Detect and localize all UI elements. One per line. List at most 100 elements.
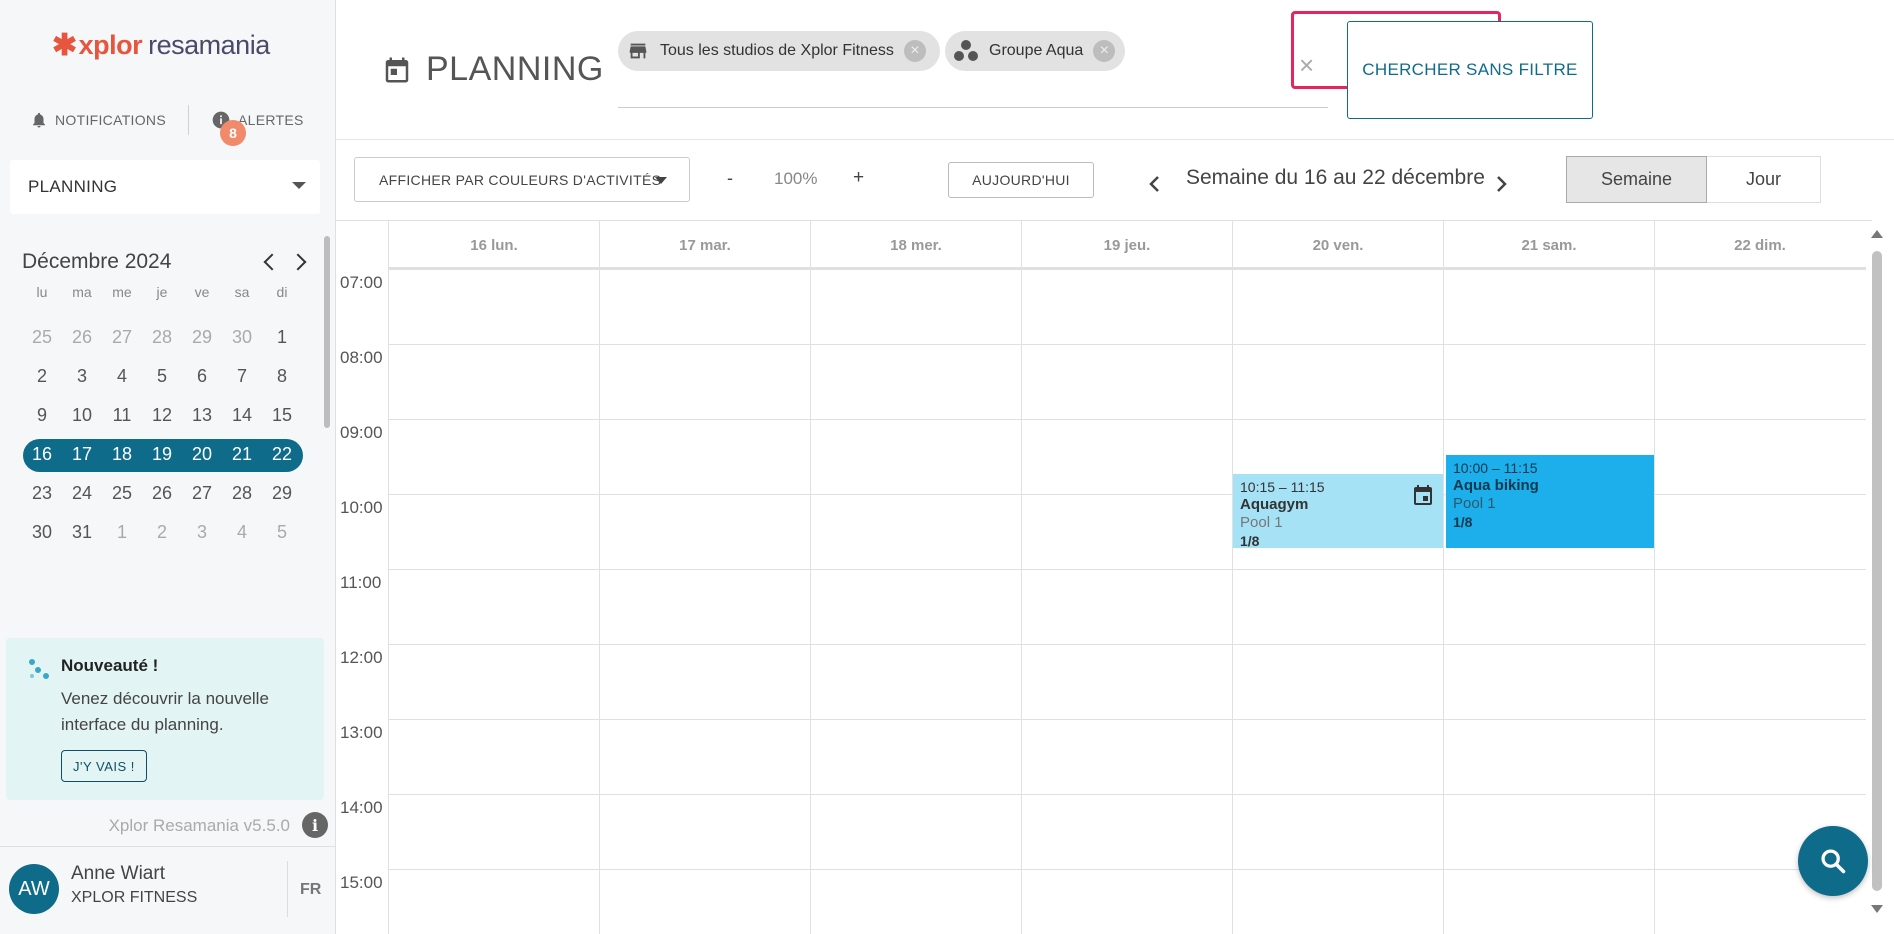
filter-chip-studios[interactable]: Tous les studios de Xplor Fitness ×	[618, 31, 940, 71]
day-header[interactable]: 21 sam.	[1443, 221, 1654, 269]
clear-filters-icon[interactable]: ×	[1299, 50, 1314, 81]
zoom-in-button[interactable]: +	[853, 167, 864, 189]
calendar-event-icon	[1414, 485, 1432, 505]
search-fab-button[interactable]	[1798, 826, 1868, 896]
calendar-day[interactable]: 5	[142, 366, 182, 387]
event-aquagym[interactable]: 10:15 – 11:15 Aquagym Pool 1 1/8	[1233, 474, 1443, 549]
calendar-day[interactable]: 29	[262, 483, 302, 504]
calendar-day[interactable]: 30	[222, 327, 262, 348]
calendar-scrollbar[interactable]	[1870, 225, 1894, 925]
calendar-day-selected[interactable]: 22	[262, 444, 302, 465]
chip-remove-icon[interactable]: ×	[903, 40, 926, 62]
hour-row[interactable]	[388, 794, 1866, 869]
store-icon	[629, 43, 647, 59]
calendar-day[interactable]: 3	[182, 522, 222, 543]
view-week-button[interactable]: Semaine	[1566, 156, 1707, 203]
calendar-day[interactable]: 25	[22, 327, 62, 348]
calendar-day[interactable]: 30	[22, 522, 62, 543]
hour-row[interactable]	[388, 269, 1866, 344]
calendar-day[interactable]: 1	[262, 327, 302, 348]
event-aqua-biking[interactable]: 10:00 – 11:15 Aqua biking Pool 1 1/8	[1446, 455, 1654, 548]
hour-row[interactable]	[388, 644, 1866, 719]
calendar-day[interactable]: 12	[142, 405, 182, 426]
hour-row[interactable]	[388, 869, 1866, 934]
scroll-thumb[interactable]	[1872, 251, 1882, 891]
chevron-left-icon[interactable]	[1148, 175, 1160, 193]
day-header[interactable]: 20 ven.	[1232, 221, 1443, 269]
calendar-day[interactable]: 1	[102, 522, 142, 543]
time-grid[interactable]: 07:00 08:00 09:00 10:00 11:00 12:00 13:0…	[336, 269, 1872, 934]
calendar-day[interactable]: 31	[62, 522, 102, 543]
sidebar-scrollbar[interactable]	[324, 236, 330, 428]
calendar-day[interactable]: 2	[142, 522, 182, 543]
chip-remove-icon[interactable]: ×	[1093, 40, 1116, 62]
calendar-day[interactable]: 4	[222, 522, 262, 543]
sidebar: ✱ xplor resamania NOTIFICATIONS ALERTES …	[0, 0, 336, 934]
hour-row[interactable]	[388, 719, 1866, 794]
notifications-button[interactable]: NOTIFICATIONS	[30, 110, 166, 130]
chevron-right-icon[interactable]	[1496, 175, 1508, 193]
day-header[interactable]: 22 dim.	[1654, 221, 1865, 269]
calendar-day[interactable]: 4	[102, 366, 142, 387]
user-panel[interactable]: AW Anne Wiart XPLOR FITNESS FR	[0, 846, 336, 934]
group-icon	[954, 40, 978, 61]
calendar-day[interactable]: 28	[222, 483, 262, 504]
calendar-day[interactable]: 3	[62, 366, 102, 387]
chevron-left-icon[interactable]	[263, 253, 281, 271]
hour-label: 12:00	[340, 648, 383, 667]
calendar-day[interactable]: 6	[182, 366, 222, 387]
calendar-day[interactable]: 11	[102, 405, 142, 426]
calendar-day[interactable]: 27	[102, 327, 142, 348]
calendar-day-selected[interactable]: 19	[142, 444, 182, 465]
filter-chip-group[interactable]: Groupe Aqua ×	[945, 31, 1125, 71]
week-range-label: Semaine du 16 au 22 décembre	[1186, 166, 1485, 189]
calendar-day[interactable]: 9	[22, 405, 62, 426]
calendar-day[interactable]: 23	[22, 483, 62, 504]
notifications-label: NOTIFICATIONS	[55, 112, 166, 128]
calendar-day[interactable]: 15	[262, 405, 302, 426]
brand-logo[interactable]: ✱ xplor resamania	[52, 28, 270, 63]
calendar-day[interactable]: 28	[142, 327, 182, 348]
brand-mark-icon: ✱	[52, 29, 77, 62]
module-select[interactable]: PLANNING	[10, 160, 320, 214]
calendar-day-selected[interactable]: 20	[182, 444, 222, 465]
calendar-day[interactable]: 26	[62, 327, 102, 348]
calendar-day[interactable]: 26	[142, 483, 182, 504]
hour-row[interactable]	[388, 569, 1866, 644]
calendar-day[interactable]: 25	[102, 483, 142, 504]
calendar-day[interactable]: 14	[222, 405, 262, 426]
event-name: Aquagym	[1240, 496, 1309, 513]
news-go-button[interactable]: J'Y VAIS !	[61, 750, 147, 782]
filter-input[interactable]: Tous les studios de Xplor Fitness × Grou…	[618, 22, 1328, 108]
calendar-day-selected[interactable]: 21	[222, 444, 262, 465]
calendar-day[interactable]: 7	[222, 366, 262, 387]
language-switch[interactable]: FR	[300, 881, 321, 899]
scroll-up-icon[interactable]	[1871, 230, 1883, 238]
calendar-day[interactable]: 13	[182, 405, 222, 426]
day-header[interactable]: 17 mar.	[599, 221, 810, 269]
version-info-icon[interactable]: i	[302, 812, 328, 838]
calendar-day[interactable]: 29	[182, 327, 222, 348]
color-mode-select[interactable]: AFFICHER PAR COULEURS D'ACTIVITÉS	[354, 157, 690, 202]
calendar-day[interactable]: 8	[262, 366, 302, 387]
zoom-out-button[interactable]: -	[727, 168, 733, 189]
day-header[interactable]: 16 lun.	[388, 221, 599, 269]
day-header[interactable]: 18 mer.	[810, 221, 1021, 269]
calendar-day[interactable]: 24	[62, 483, 102, 504]
calendar-day[interactable]: 27	[182, 483, 222, 504]
day-header[interactable]: 19 jeu.	[1021, 221, 1232, 269]
search-without-filter-button[interactable]: CHERCHER SANS FILTRE	[1347, 21, 1593, 119]
avatar[interactable]: AW	[9, 864, 59, 914]
today-button[interactable]: AUJOURD'HUI	[948, 162, 1094, 198]
hour-row[interactable]	[388, 344, 1866, 419]
calendar-day-selected[interactable]: 18	[102, 444, 142, 465]
chevron-right-icon[interactable]	[289, 253, 307, 271]
calendar-day[interactable]: 5	[262, 522, 302, 543]
calendar-day-selected[interactable]: 17	[62, 444, 102, 465]
calendar-day[interactable]: 2	[22, 366, 62, 387]
view-day-button[interactable]: Jour	[1707, 156, 1821, 203]
calendar-day-selected[interactable]: 16	[22, 444, 62, 465]
scroll-down-icon[interactable]	[1871, 905, 1883, 913]
calendar-day[interactable]: 10	[62, 405, 102, 426]
mini-calendar-week: 23 24 25 26 27 28 29	[22, 474, 308, 513]
